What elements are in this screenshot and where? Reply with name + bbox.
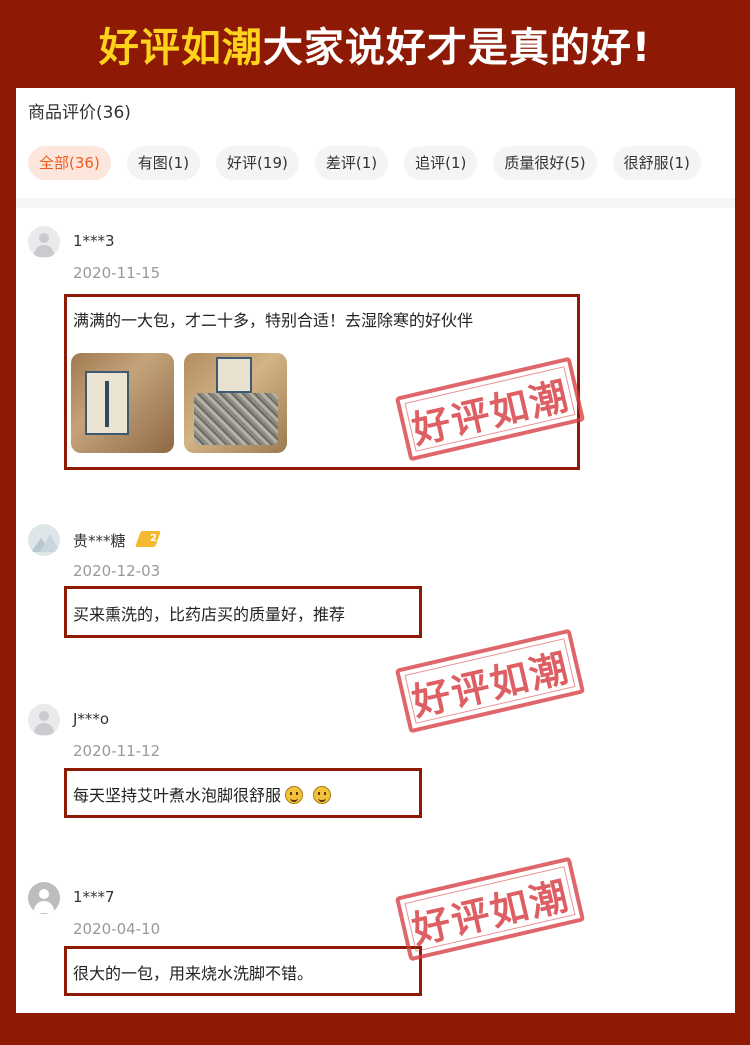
tab-positive[interactable]: 好评(19) [216,146,299,180]
review-text: 买来熏洗的，比药店买的质量好，推荐 [73,605,346,624]
review-username: 贵***糖 [73,532,126,550]
member-level-badge-icon: 2 [135,530,164,548]
default-avatar-icon[interactable] [28,226,60,258]
section-divider [16,198,735,208]
review-text: 满满的一大包，才二十多，特别合适！去湿除寒的好伙伴 [73,311,474,330]
banner-highlight: 好评如潮 [98,25,263,71]
default-avatar-icon[interactable] [28,704,60,736]
review-text: 每天坚持艾叶煮水泡脚很舒服 [73,782,332,806]
review-photo[interactable] [184,353,287,453]
review-username: 1***3 [73,232,115,250]
stamp-watermark: 好评如潮 [394,856,586,962]
review-content: 每天坚持艾叶煮水泡脚很舒服 [64,768,422,818]
review-date: 2020-12-03 [73,562,161,580]
tab-with-pictures[interactable]: 有图(1) [126,146,201,180]
tab-good-quality[interactable]: 质量很好(5) [493,146,597,180]
stamp-watermark: 好评如潮 [394,628,586,734]
tab-all[interactable]: 全部(36) [28,146,111,180]
section-title: 商品评价(36) [28,103,131,123]
review-photo[interactable] [71,353,174,453]
tab-comfortable[interactable]: 很舒服(1) [612,146,701,180]
review-text: 很大的一包，用来烧水洗脚不错。 [73,964,314,983]
banner-slogan: 大家说好才是真的好! [262,25,652,71]
mountain-avatar-icon[interactable] [28,524,60,556]
review-content: 很大的一包，用来烧水洗脚不错。 [64,946,422,996]
review-username: 1***7 [73,888,115,906]
reviews-panel: 商品评价(36) 全部(36) 有图(1) 好评(19) 差评(1) 追评(1)… [16,88,735,1013]
grin-emoji-icon [313,786,332,804]
banner-title: 好评如潮大家说好才是真的好! [99,15,651,73]
dark-avatar-icon[interactable] [28,882,60,914]
review-date: 2020-11-12 [73,742,161,760]
review-date: 2020-11-15 [73,264,161,282]
review-text-body: 每天坚持艾叶煮水泡脚很舒服 [73,786,282,805]
grin-emoji-icon [285,786,304,804]
tab-negative[interactable]: 差评(1) [314,146,389,180]
banner: 好评如潮大家说好才是真的好! [0,0,750,88]
review-username: J***o [73,710,110,728]
tab-follow-up[interactable]: 追评(1) [404,146,478,180]
filter-tabs: 全部(36) 有图(1) 好评(19) 差评(1) 追评(1) 质量很好(5) … [28,146,701,180]
review-date: 2020-04-10 [73,920,161,938]
review-content: 买来熏洗的，比药店买的质量好，推荐 [64,586,422,638]
